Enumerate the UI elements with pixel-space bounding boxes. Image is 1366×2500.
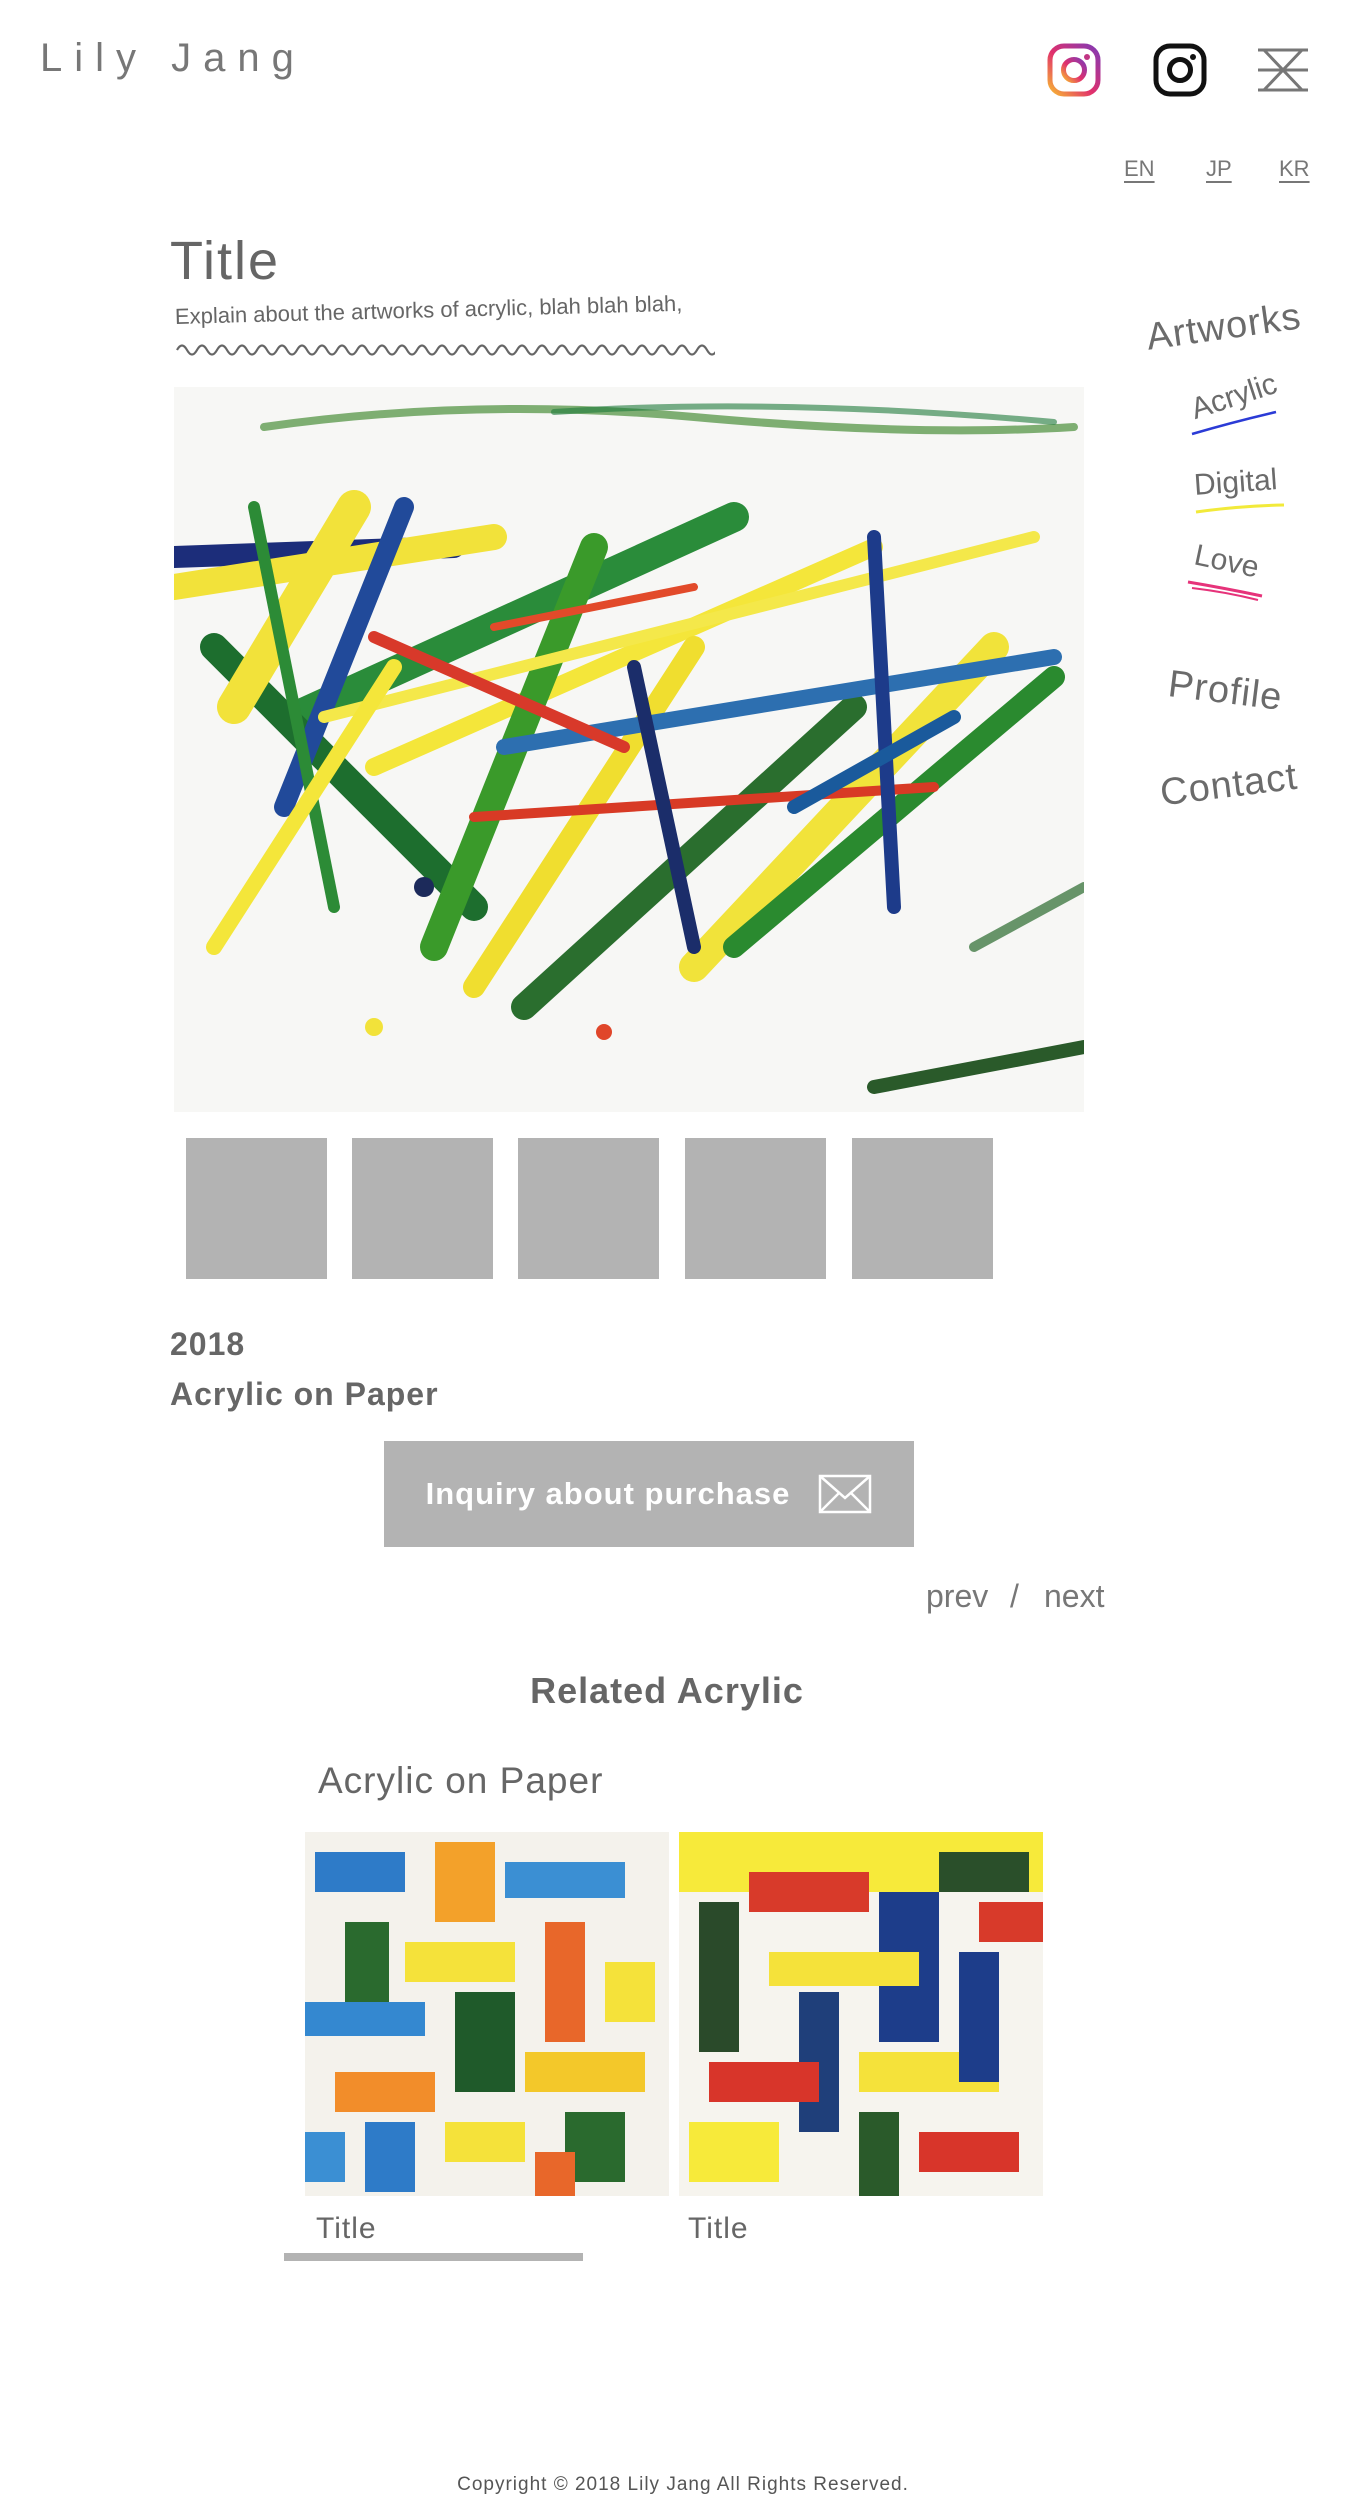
prev-link[interactable]: prev bbox=[926, 1578, 988, 1615]
lang-en-link[interactable]: EN bbox=[1124, 156, 1155, 182]
nav-artworks[interactable]: Artworks bbox=[1144, 295, 1304, 359]
lang-kr-link[interactable]: KR bbox=[1279, 156, 1310, 182]
related-item-title[interactable]: Title bbox=[316, 2212, 377, 2246]
inquiry-button[interactable]: Inquiry about purchase bbox=[384, 1441, 914, 1547]
artwork-medium: Acrylic on Paper bbox=[170, 1376, 439, 1412]
thumbnail[interactable] bbox=[518, 1138, 659, 1279]
artwork-year: 2018 bbox=[170, 1326, 246, 1362]
acrylic-underline bbox=[1191, 410, 1277, 436]
related-artwork-image[interactable] bbox=[305, 1832, 669, 2196]
thumbnail[interactable] bbox=[352, 1138, 493, 1279]
instagram-icon[interactable] bbox=[1152, 42, 1208, 98]
next-link[interactable]: next bbox=[1044, 1578, 1104, 1615]
lang-jp-link[interactable]: JP bbox=[1206, 156, 1232, 182]
copyright-text: Copyright © 2018 Lily Jang All Rights Re… bbox=[457, 2474, 909, 2495]
thumbnail[interactable] bbox=[685, 1138, 826, 1279]
envelope-icon bbox=[819, 1474, 872, 1514]
related-subheading: Acrylic on Paper bbox=[318, 1760, 604, 1801]
related-item-title[interactable]: Title bbox=[688, 2212, 749, 2246]
instagram-color-icon[interactable] bbox=[1046, 42, 1102, 98]
related-artwork-image[interactable] bbox=[679, 1832, 1043, 2196]
thumbnail[interactable] bbox=[852, 1138, 993, 1279]
artwork-description: Explain about the artworks of acrylic, b… bbox=[174, 290, 683, 329]
wavy-divider bbox=[176, 344, 715, 356]
nav-profile[interactable]: Profile bbox=[1166, 663, 1285, 720]
love-underline bbox=[1187, 580, 1263, 601]
site-logo[interactable]: Lily Jang bbox=[40, 36, 306, 81]
nav-digital[interactable]: Digital bbox=[1193, 463, 1279, 503]
digital-underline bbox=[1195, 503, 1285, 514]
related-heading: Related Acrylic bbox=[530, 1670, 804, 1711]
main-artwork-image[interactable] bbox=[174, 387, 1084, 1112]
nav-contact[interactable]: Contact bbox=[1158, 756, 1300, 815]
close-icon[interactable] bbox=[1256, 46, 1310, 94]
active-item-indicator bbox=[284, 2253, 583, 2261]
artwork-title: Title bbox=[170, 231, 281, 291]
pager-separator: / bbox=[1010, 1578, 1019, 1614]
thumbnail[interactable] bbox=[186, 1138, 327, 1279]
inquiry-button-label: Inquiry about purchase bbox=[425, 1476, 791, 1511]
